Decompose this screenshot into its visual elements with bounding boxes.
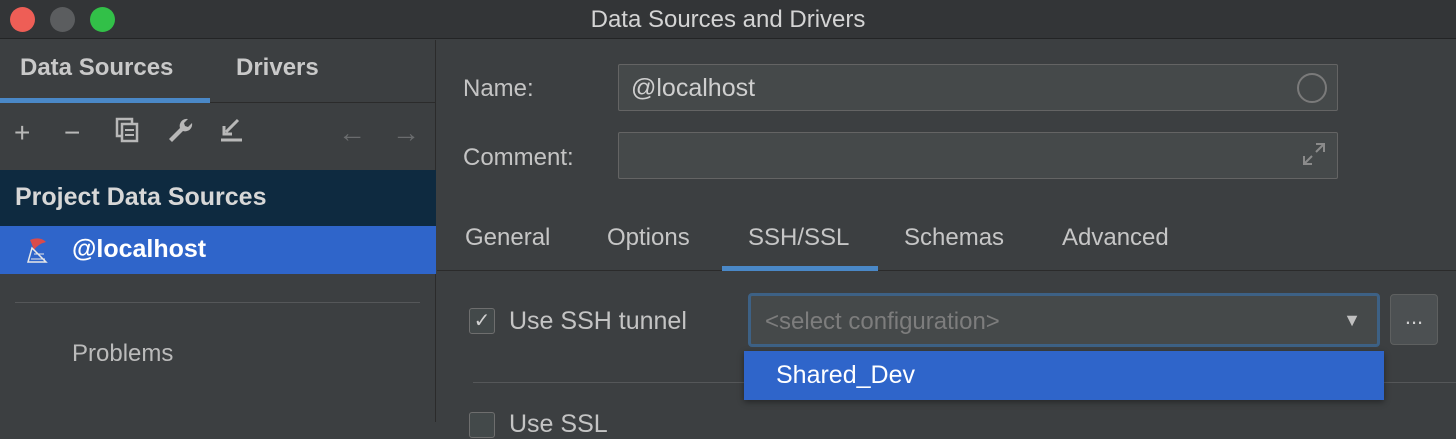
tab-data-sources[interactable]: Data Sources [20,54,173,82]
select-placeholder: <select configuration> [765,308,1000,335]
name-label: Name: [463,75,534,102]
dropdown-option-shared-dev[interactable]: Shared_Dev [776,361,915,390]
active-tab-indicator [722,266,878,271]
use-ssh-tunnel-label[interactable]: Use SSH tunnel [509,307,687,336]
active-tab-indicator [0,98,210,103]
color-picker-icon[interactable] [1297,73,1327,103]
section-title: Project Data Sources [15,183,267,211]
use-ssl-label[interactable]: Use SSL [509,410,608,439]
tab-separator [437,270,1456,271]
tab-options[interactable]: Options [607,224,690,252]
back-arrow-icon[interactable]: ← [338,116,366,150]
expand-icon[interactable] [1301,141,1327,173]
tab-advanced[interactable]: Advanced [1062,224,1169,252]
comment-label: Comment: [463,144,574,171]
left-panel: Data Sources Drivers + − ← → Project Dat… [0,40,436,422]
use-ssl-checkbox[interactable] [469,412,495,438]
window-title: Data Sources and Drivers [590,6,866,33]
comment-field[interactable] [618,132,1338,179]
right-panel: Name: @localhost Comment: General Option… [437,40,1456,438]
name-field[interactable]: @localhost [618,64,1338,111]
data-source-label: @localhost [72,235,207,263]
title-bar: Data Sources and Drivers [0,0,1456,39]
ssh-config-dropdown: Shared_Dev [744,351,1384,400]
tab-drivers[interactable]: Drivers [236,54,319,82]
import-icon[interactable] [218,116,244,152]
wrench-icon[interactable] [166,116,194,152]
ssh-config-more-button[interactable]: ... [1390,294,1438,345]
use-ssh-tunnel-checkbox[interactable]: ✓ [469,308,495,334]
remove-icon[interactable]: − [64,116,80,150]
duplicate-icon[interactable] [114,116,140,152]
tab-schemas[interactable]: Schemas [904,224,1004,252]
tab-ssh-ssl[interactable]: SSH/SSL [748,224,849,252]
project-data-sources-header: Project Data Sources [0,170,436,226]
sql-server-icon [24,234,54,266]
divider [15,302,420,303]
ssh-configuration-select[interactable]: <select configuration> ▼ [748,293,1380,347]
data-source-item-localhost[interactable]: @localhost [0,226,436,274]
tab-general[interactable]: General [465,224,550,252]
add-icon[interactable]: + [14,116,30,150]
chevron-down-icon: ▼ [1343,310,1361,330]
name-value: @localhost [631,74,756,102]
problems-item[interactable]: Problems [72,340,173,368]
forward-arrow-icon[interactable]: → [392,116,420,150]
